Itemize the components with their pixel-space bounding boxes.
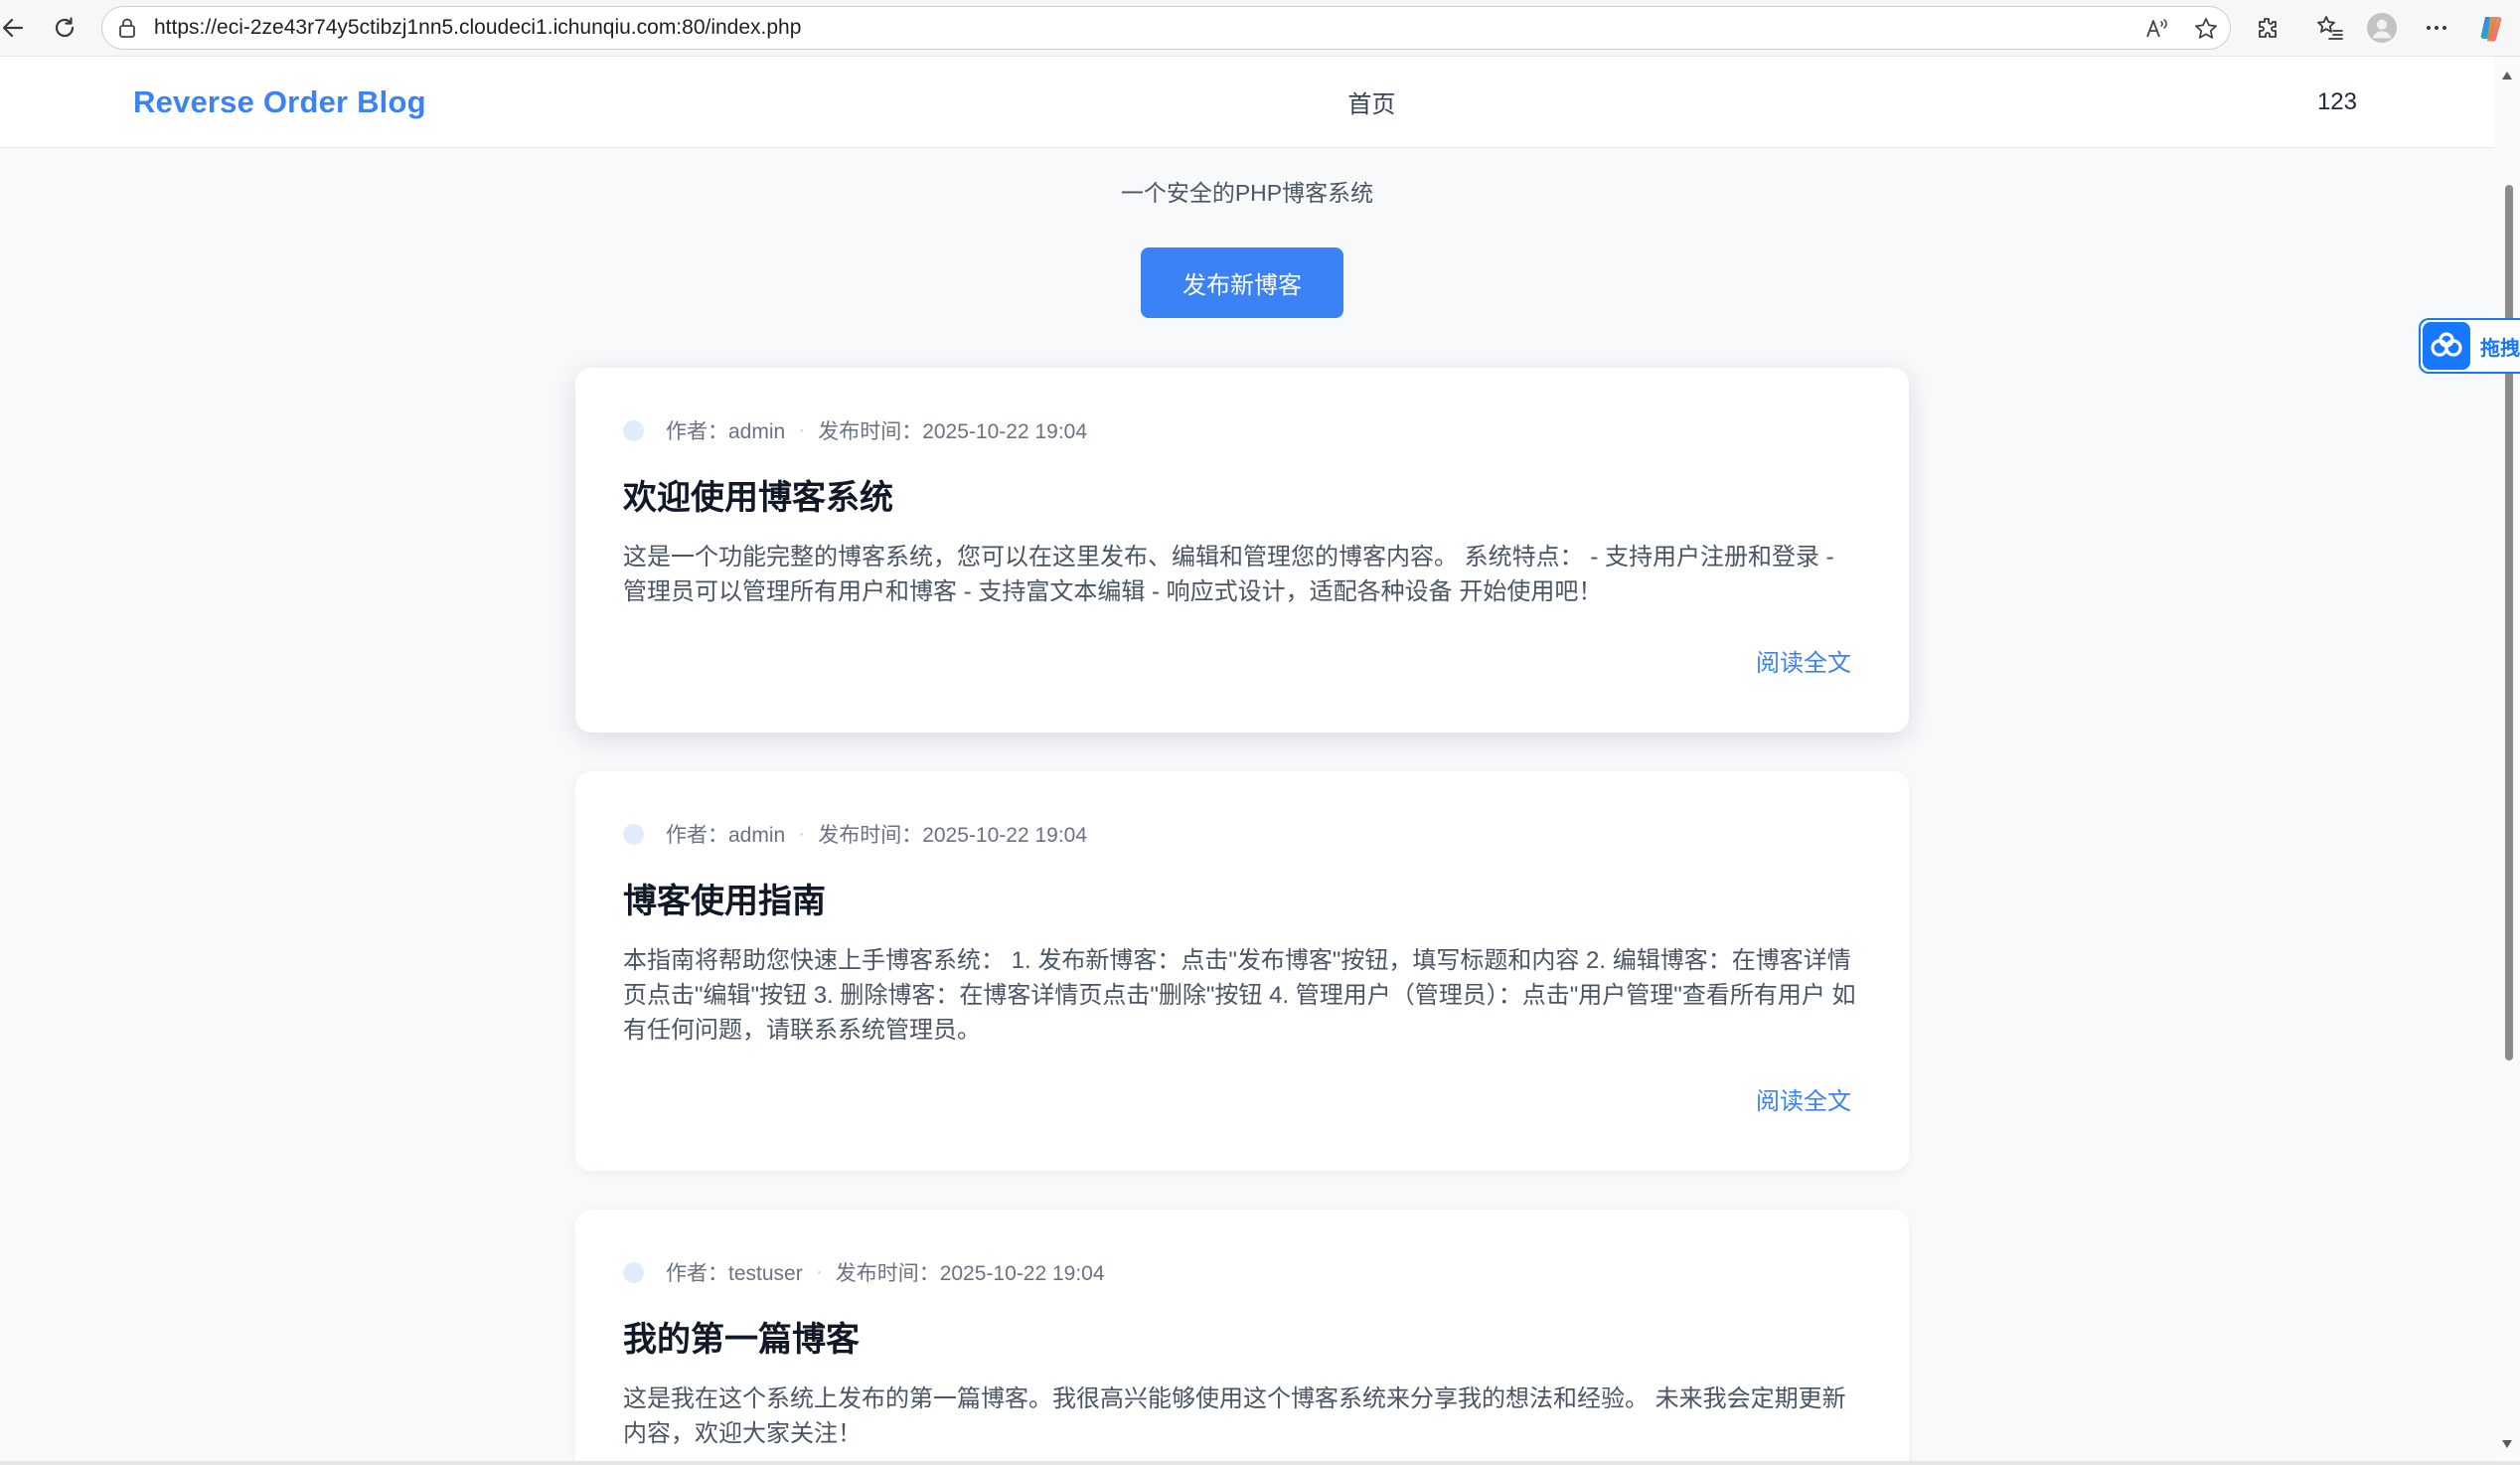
publish-new-blog-button[interactable]: 发布新博客	[1141, 247, 1343, 318]
post-date: 发布时间：2025-10-22 19:04	[835, 1262, 1105, 1285]
post-author: 作者：testuser	[666, 1262, 803, 1285]
site-header: Reverse Order Blog 首页 123	[0, 57, 2494, 148]
post-author: 作者：admin	[666, 824, 786, 847]
post-card: 作者：admin · 发布时间：2025-10-22 19:04 博客使用指南 …	[575, 771, 1909, 1171]
reload-icon[interactable]	[50, 13, 79, 43]
user-menu[interactable]: 123	[2317, 88, 2357, 116]
site-subtitle: 一个安全的PHP博客系统	[1120, 180, 1374, 206]
read-more-link[interactable]: 阅读全文	[1756, 650, 1851, 677]
meta-separator: ·	[798, 822, 806, 845]
copilot-icon[interactable]	[2476, 13, 2506, 43]
side-widget-label: 拖拽	[2480, 337, 2520, 360]
back-icon[interactable]	[0, 13, 28, 43]
profile-avatar[interactable]	[2367, 13, 2397, 43]
window-bottom-edge	[0, 1461, 2520, 1465]
post-date: 发布时间：2025-10-22 19:04	[818, 420, 1088, 443]
post-excerpt: 本指南将帮助您快速上手博客系统： 1. 发布新博客：点击"发布博客"按钮，填写标…	[623, 947, 1856, 1044]
post-card: 作者：admin · 发布时间：2025-10-22 19:04 欢迎使用博客系…	[575, 368, 1909, 732]
lock-icon[interactable]	[116, 17, 138, 39]
post-title[interactable]: 博客使用指南	[623, 880, 1861, 923]
read-aloud-icon[interactable]	[2143, 15, 2171, 43]
post-title[interactable]: 欢迎使用博客系统	[623, 476, 1861, 520]
post-meta: 作者：testuser · 发布时间：2025-10-22 19:04	[623, 1257, 1861, 1287]
read-more-link[interactable]: 阅读全文	[1756, 1088, 1851, 1115]
scroll-up-arrow-icon[interactable]	[2501, 68, 2513, 85]
nav-link-home[interactable]: 首页	[1347, 84, 1395, 119]
vertical-scrollbar[interactable]	[2494, 57, 2520, 1465]
post-title[interactable]: 我的第一篇博客	[623, 1318, 1861, 1362]
read-more-row: 阅读全文	[623, 1084, 1861, 1123]
favorites-icon[interactable]	[2315, 13, 2345, 43]
post-card: 作者：testuser · 发布时间：2025-10-22 19:04 我的第一…	[575, 1210, 1909, 1465]
site-logo[interactable]: Reverse Order Blog	[133, 84, 426, 120]
browser-toolbar: https://eci-2ze43r74y5ctibzj1nn5.cloudec…	[0, 0, 2520, 57]
meta-separator: ·	[815, 1260, 823, 1283]
post-meta: 作者：admin · 发布时间：2025-10-22 19:04	[623, 415, 1861, 445]
post-excerpt: 这是我在这个系统上发布的第一篇博客。我很高兴能够使用这个博客系统来分享我的想法和…	[623, 1385, 1846, 1447]
more-icon[interactable]	[2422, 13, 2451, 43]
meta-separator: ·	[798, 418, 806, 441]
read-more-row: 阅读全文	[623, 646, 1861, 685]
extensions-icon[interactable]	[2253, 13, 2283, 43]
page-viewport: Reverse Order Blog 首页 123 一个安全的PHP博客系统 发…	[0, 57, 2494, 1465]
post-author: 作者：admin	[666, 420, 786, 443]
post-date: 发布时间：2025-10-22 19:04	[818, 824, 1088, 847]
address-bar[interactable]: https://eci-2ze43r74y5ctibzj1nn5.cloudec…	[101, 6, 2231, 50]
favorite-star-icon[interactable]	[2192, 15, 2220, 43]
post-list: 作者：admin · 发布时间：2025-10-22 19:04 欢迎使用博客系…	[575, 368, 1909, 1465]
url-text[interactable]: https://eci-2ze43r74y5ctibzj1nn5.cloudec…	[154, 7, 801, 49]
author-avatar-dot	[623, 419, 644, 441]
post-meta: 作者：admin · 发布时间：2025-10-22 19:04	[623, 819, 1861, 849]
drag-side-widget[interactable]: 拖拽	[2419, 318, 2520, 374]
cloud-icon	[2423, 322, 2470, 370]
post-excerpt: 这是一个功能完整的博客系统，您可以在这里发布、编辑和管理您的博客内容。 系统特点…	[623, 544, 1834, 605]
author-avatar-dot	[623, 1261, 644, 1283]
author-avatar-dot	[623, 823, 644, 845]
scroll-down-arrow-icon[interactable]	[2501, 1436, 2513, 1454]
scrollbar-thumb[interactable]	[2505, 185, 2513, 1060]
